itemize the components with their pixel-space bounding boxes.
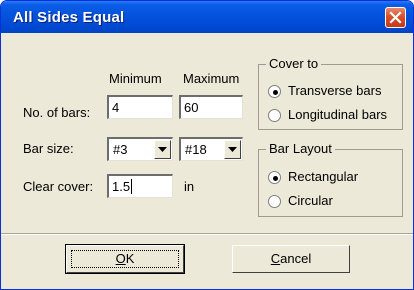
clear-cover-unit: in xyxy=(184,179,195,194)
cancel-mnemonic: C xyxy=(270,251,281,266)
radio-circle xyxy=(268,195,281,208)
radio-label: Circular xyxy=(288,193,333,208)
window-title: All Sides Equal xyxy=(13,9,125,26)
chevron-down-icon xyxy=(158,147,167,152)
text-caret xyxy=(131,179,133,194)
cancel-button[interactable]: Cancel xyxy=(232,245,350,273)
min-bar-size-select[interactable]: #3 xyxy=(107,137,173,161)
max-bar-size-value: #18 xyxy=(185,142,207,157)
minimum-header: Minimum xyxy=(109,71,162,86)
radio-label: Transverse bars xyxy=(288,83,382,98)
clear-cover-input[interactable]: 1.5 xyxy=(107,174,173,198)
chevron-down-icon xyxy=(228,147,237,152)
radio-circle xyxy=(268,171,281,184)
max-bar-size-dropdown-button[interactable] xyxy=(224,140,241,159)
min-bar-size-dropdown-button[interactable] xyxy=(154,140,171,159)
focus-rectangle xyxy=(71,250,179,268)
separator xyxy=(1,233,413,235)
close-icon xyxy=(389,11,402,24)
max-bar-size-select[interactable]: #18 xyxy=(179,137,243,161)
radio-selected-dot xyxy=(273,176,278,181)
radio-label: Longitudinal bars xyxy=(288,107,388,122)
clear-cover-value: 1.5 xyxy=(112,179,131,194)
no-of-bars-label: No. of bars: xyxy=(23,105,91,120)
bar-layout-title: Bar Layout xyxy=(266,141,335,156)
cover-to-group: Cover to Transverse bars Longitudinal ba… xyxy=(258,56,403,130)
bar-size-label: Bar size: xyxy=(23,141,74,156)
radio-label: Rectangular xyxy=(288,169,359,184)
ok-button[interactable]: OK xyxy=(65,244,185,274)
maximum-header: Maximum xyxy=(183,71,240,86)
radio-circle xyxy=(268,109,281,122)
cancel-label: ancel xyxy=(280,251,312,266)
close-button[interactable] xyxy=(385,7,406,28)
min-bar-size-value: #3 xyxy=(113,142,128,157)
max-bars-input[interactable]: 60 xyxy=(179,95,243,119)
bar-layout-group: Bar Layout Rectangular Circular xyxy=(258,141,403,217)
radio-selected-dot xyxy=(273,90,278,95)
dialog-window: All Sides Equal Minimum Maximum No. of b… xyxy=(0,0,414,290)
radio-circle xyxy=(268,85,281,98)
title-bar[interactable]: All Sides Equal xyxy=(1,1,413,33)
min-bars-input[interactable]: 4 xyxy=(107,95,173,119)
cover-to-title: Cover to xyxy=(266,56,322,71)
clear-cover-label: Clear cover: xyxy=(23,179,94,194)
